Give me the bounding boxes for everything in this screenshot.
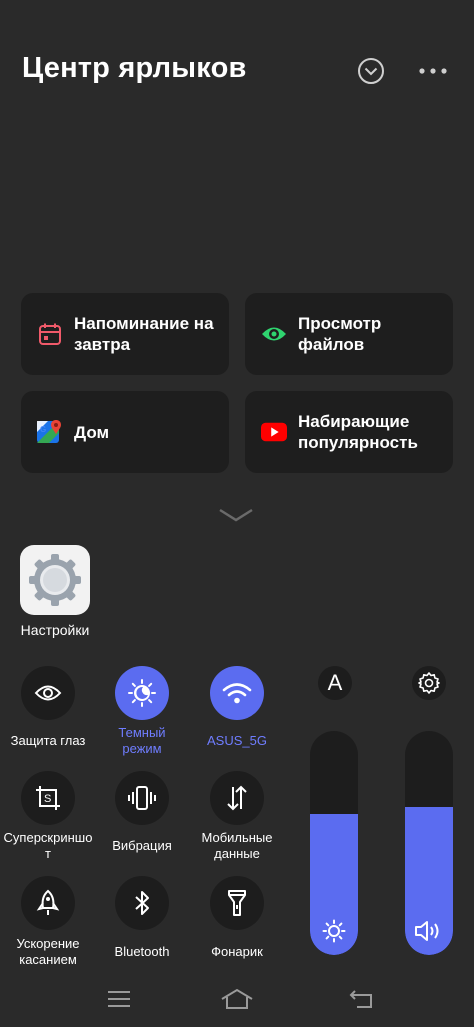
wifi-icon: [222, 683, 252, 704]
menu-icon: [108, 991, 130, 1007]
more-button[interactable]: [418, 56, 448, 86]
toggle-label: Вибрация: [112, 838, 172, 853]
toggle-dark-mode[interactable]: [115, 666, 169, 720]
shortcut-label: Просмотр файлов: [298, 314, 382, 354]
toggle-label: Фонарик: [211, 944, 263, 959]
settings-app-label: Настройки: [20, 622, 90, 638]
nav-back-button[interactable]: [342, 984, 382, 1014]
eye-icon: [34, 685, 62, 701]
toggle-label: Темный режим: [118, 725, 166, 756]
brightness-icon: [310, 919, 358, 943]
nav-recents-button[interactable]: [99, 984, 139, 1014]
gear-icon: [29, 554, 81, 606]
home-icon: [221, 988, 253, 1009]
toggle-touch-boost[interactable]: [21, 876, 75, 930]
toggle-eye-care[interactable]: [21, 666, 75, 720]
page-title: Центр ярлыков: [22, 52, 247, 84]
shortcut-trending[interactable]: Набирающие популярность: [245, 391, 453, 473]
shortcut-view-files[interactable]: Просмотр файлов: [245, 293, 453, 375]
toggle-flashlight[interactable]: [210, 876, 264, 930]
screenshot-icon: S: [36, 786, 60, 810]
chevron-down-icon: [219, 508, 253, 522]
sound-settings-button[interactable]: [412, 666, 446, 700]
settings-app-icon[interactable]: [20, 545, 90, 615]
rocket-icon: [36, 889, 60, 915]
toggle-label: Мобильные данные: [201, 830, 273, 861]
shortcut-label: Набирающие популярность: [298, 412, 418, 452]
toggle-wifi[interactable]: [210, 666, 264, 720]
flashlight-icon: [228, 890, 246, 916]
shortcut-reminder[interactable]: Напоминание на завтра: [21, 293, 229, 375]
collapse-button[interactable]: [356, 56, 386, 86]
calendar-icon: [37, 321, 63, 347]
vibration-icon: [128, 786, 156, 810]
speaker-icon: [405, 919, 453, 943]
mobile-data-icon: [227, 785, 247, 811]
toggle-super-screenshot[interactable]: S: [21, 771, 75, 825]
expand-button[interactable]: [216, 503, 256, 527]
more-dots-icon: [419, 68, 447, 74]
chevron-circle-icon: [358, 58, 384, 84]
bluetooth-icon: [135, 891, 149, 915]
youtube-icon: [261, 419, 287, 445]
toggle-mobile-data[interactable]: [210, 771, 264, 825]
toggle-label: Ускорение касанием: [16, 936, 80, 967]
dark-mode-icon: [128, 679, 156, 707]
back-icon: [349, 990, 372, 1008]
toggle-label: Суперскриншо т: [3, 830, 93, 861]
auto-brightness-button[interactable]: A: [318, 666, 352, 700]
gear-icon: [418, 672, 440, 694]
shortcut-label: Дом: [74, 422, 110, 442]
nav-home-button[interactable]: [217, 984, 257, 1014]
shortcut-home[interactable]: G Дом: [21, 391, 229, 473]
svg-text:S: S: [44, 793, 51, 805]
toggle-bluetooth[interactable]: [115, 876, 169, 930]
toggle-vibration[interactable]: [115, 771, 169, 825]
toggle-label: ASUS_5G: [207, 733, 267, 748]
eye-icon: [261, 321, 287, 347]
volume-slider[interactable]: [405, 731, 453, 955]
maps-icon: G: [37, 419, 63, 445]
svg-text:G: G: [40, 425, 46, 434]
brightness-slider[interactable]: [310, 731, 358, 955]
toggle-label: Защита глаз: [10, 733, 86, 748]
toggle-label: Bluetooth: [114, 944, 170, 959]
shortcut-label: Напоминание на завтра: [74, 314, 214, 354]
